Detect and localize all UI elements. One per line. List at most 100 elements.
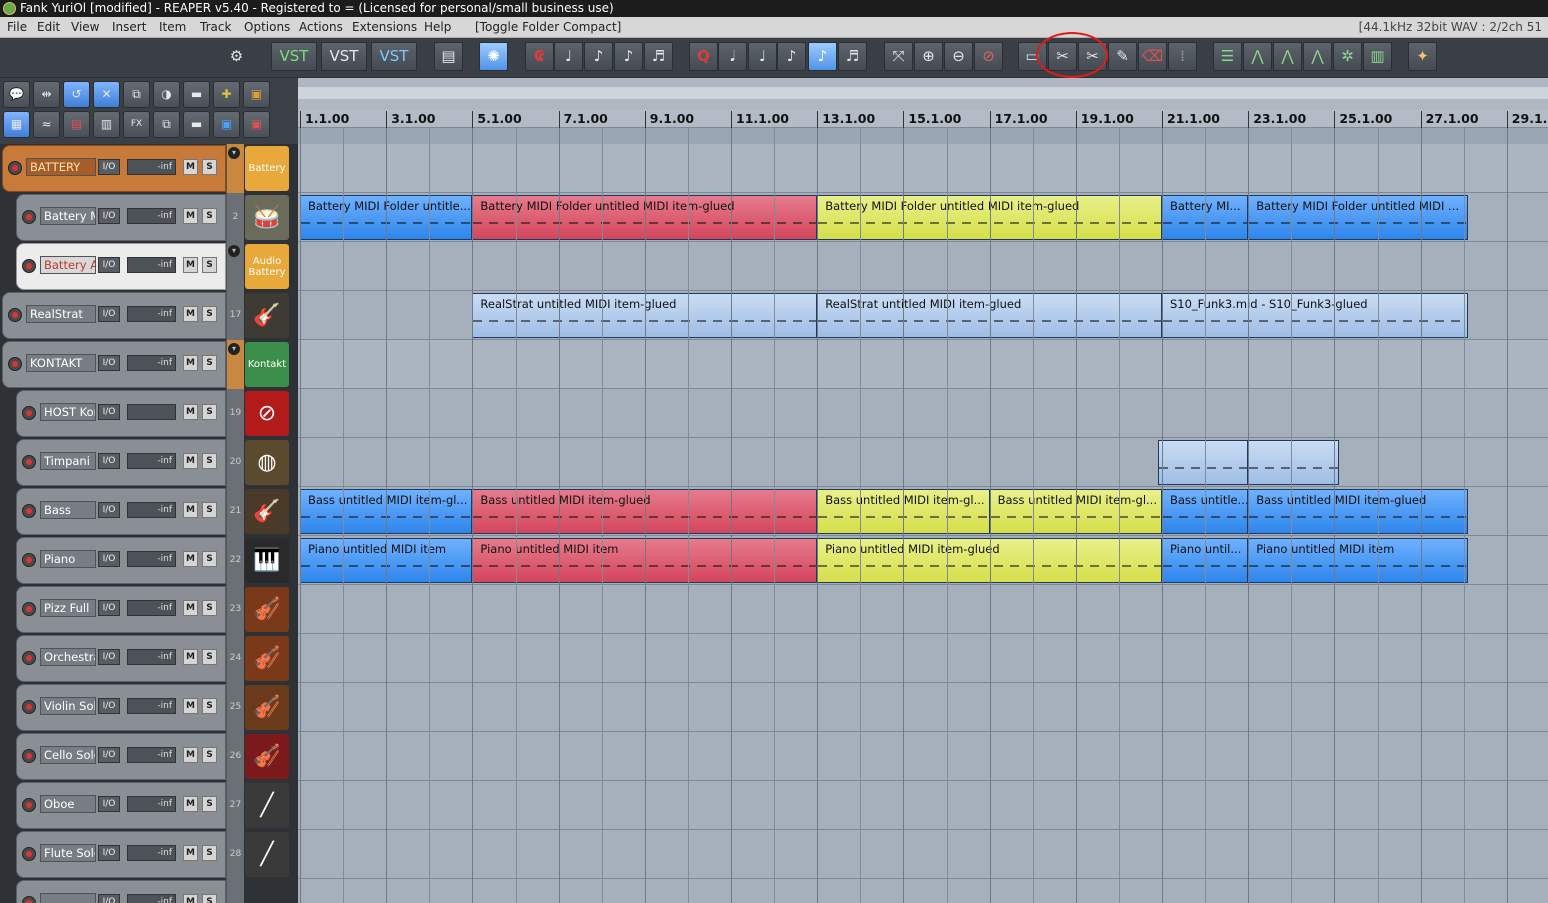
- io-button[interactable]: I/O: [98, 404, 120, 420]
- solo-button[interactable]: S: [202, 600, 217, 616]
- track-row[interactable]: Timpani I/O -inf M S 20 ◍: [0, 438, 298, 487]
- menu-edit[interactable]: Edit: [37, 20, 60, 34]
- track-row[interactable]: I/O -inf M S: [0, 879, 298, 903]
- io-button[interactable]: I/O: [98, 502, 120, 518]
- track-icon[interactable]: 🎸: [245, 293, 289, 338]
- io-button[interactable]: I/O: [98, 453, 120, 469]
- track-icon[interactable]: 🎻: [245, 734, 289, 779]
- track-name[interactable]: [40, 893, 96, 903]
- track-name[interactable]: Cello Solo: [40, 746, 96, 764]
- track-name[interactable]: RealStrat: [26, 305, 96, 323]
- track-row[interactable]: BATTERY I/O -inf M S ▾ Battery: [0, 144, 298, 193]
- menu-toggle-folder-compact[interactable]: [Toggle Folder Compact]: [475, 20, 621, 34]
- copy-icon[interactable]: ⧉: [153, 111, 180, 138]
- record-arm-button[interactable]: [22, 700, 36, 714]
- insert-track-icon[interactable]: ✚: [213, 81, 240, 108]
- volume-fader[interactable]: -inf: [127, 894, 176, 903]
- solo-button[interactable]: S: [202, 698, 217, 714]
- io-button[interactable]: I/O: [98, 845, 120, 861]
- track-row[interactable]: Battery MIII/O -inf MS2🥁: [0, 193, 298, 242]
- track-template-icon[interactable]: ▣: [213, 111, 240, 138]
- zoom-in-icon[interactable]: ⊕: [914, 42, 943, 71]
- track-lane[interactable]: [298, 830, 1548, 879]
- volume-fader[interactable]: -inf: [127, 649, 176, 665]
- track-name[interactable]: KONTAKT: [26, 354, 96, 372]
- solo-button[interactable]: S: [202, 649, 217, 665]
- folder-toggle-icon[interactable]: ▾: [228, 245, 240, 257]
- solo-button[interactable]: S: [202, 159, 217, 175]
- keyboard-icon[interactable]: ▥: [93, 111, 120, 138]
- mute-button[interactable]: M: [183, 747, 198, 763]
- track-name[interactable]: BATTERY: [26, 158, 96, 176]
- track-lane[interactable]: [298, 732, 1548, 781]
- volume-fader[interactable]: -inf: [127, 747, 176, 763]
- menu-item[interactable]: Item: [159, 20, 186, 34]
- track-row[interactable]: KONTAKT I/O -inf M S ▾ Kontakt: [0, 340, 298, 389]
- volume-fader[interactable]: -inf: [127, 208, 176, 224]
- track-lane[interactable]: [298, 340, 1548, 389]
- menu-file[interactable]: File: [7, 20, 27, 34]
- io-button[interactable]: I/O: [98, 306, 120, 322]
- mute-button[interactable]: M: [183, 502, 198, 518]
- meter-icon[interactable]: ▥: [1363, 42, 1392, 71]
- folder-toggle-icon[interactable]: ▾: [228, 147, 240, 159]
- note-grid-icon[interactable]: ♩: [748, 42, 777, 71]
- eraser-icon[interactable]: ⌫: [1138, 42, 1167, 71]
- volume-fader[interactable]: -inf: [127, 355, 176, 371]
- track-icon[interactable]: 🎻: [245, 685, 289, 730]
- delete-track-icon[interactable]: ▣: [243, 111, 270, 138]
- trim-icon[interactable]: ⇹: [33, 81, 60, 108]
- mute-button[interactable]: M: [183, 551, 198, 567]
- track-icon[interactable]: ◍: [245, 440, 289, 485]
- solo-button[interactable]: S: [202, 257, 217, 273]
- track-lane[interactable]: [298, 389, 1548, 438]
- record-arm-button[interactable]: [22, 406, 36, 420]
- track-row[interactable]: HOST Kon I/O M S 19 ⊘: [0, 389, 298, 438]
- track-row[interactable]: Pizz Full I/O -inf M S 23 🎻: [0, 585, 298, 634]
- record-arm-button[interactable]: [22, 896, 36, 903]
- midi-item[interactable]: Battery MIDI Folder untitled MIDI ...: [1248, 195, 1468, 240]
- volume-fader[interactable]: -inf: [127, 600, 176, 616]
- track-name[interactable]: Oboe: [40, 795, 96, 813]
- note-grid-icon[interactable]: ♪: [777, 42, 806, 71]
- track-icon[interactable]: 🥁: [245, 195, 289, 240]
- mute-button[interactable]: M: [183, 894, 198, 903]
- record-arm-button[interactable]: [22, 798, 36, 812]
- track-row[interactable]: Bass I/O -inf M S 21 🎸: [0, 487, 298, 536]
- track-icon[interactable]: ╱: [245, 783, 289, 828]
- solo-button[interactable]: S: [202, 404, 217, 420]
- vst-button-3[interactable]: VST: [371, 42, 417, 71]
- mute-button[interactable]: M: [183, 208, 198, 224]
- midi-item[interactable]: Bass untitled MIDI item-glued: [1248, 489, 1468, 534]
- menu-help[interactable]: Help: [424, 20, 451, 34]
- track-lane[interactable]: [298, 585, 1548, 634]
- record-arm-button[interactable]: [22, 847, 36, 861]
- io-button[interactable]: I/O: [98, 747, 120, 763]
- track-name[interactable]: Flute Solo: [40, 844, 96, 862]
- mute-button[interactable]: M: [183, 698, 198, 714]
- mute-button[interactable]: M: [183, 404, 198, 420]
- solo-button[interactable]: S: [202, 894, 217, 903]
- solo-button[interactable]: S: [202, 355, 217, 371]
- ripple-icon[interactable]: ◑: [153, 81, 180, 108]
- zoom-out-icon[interactable]: ⊖: [944, 42, 973, 71]
- mute-button[interactable]: M: [183, 159, 198, 175]
- track-row[interactable]: Piano I/O -inf M S 22 🎹: [0, 536, 298, 585]
- track-icon[interactable]: ╱: [245, 832, 289, 877]
- record-arm-button[interactable]: [8, 308, 22, 322]
- io-button[interactable]: I/O: [98, 159, 120, 175]
- track-row[interactable]: Flute Solo I/O -inf M S 28 ╱: [0, 830, 298, 879]
- mute-button[interactable]: M: [183, 796, 198, 812]
- solo-button[interactable]: S: [202, 453, 217, 469]
- volume-fader[interactable]: -inf: [127, 796, 176, 812]
- io-button[interactable]: I/O: [98, 208, 120, 224]
- record-arm-button[interactable]: [22, 602, 36, 616]
- track-add-icon[interactable]: ▣: [243, 81, 270, 108]
- note-grid-icon[interactable]: ♬: [838, 42, 867, 71]
- menu-view[interactable]: View: [71, 20, 99, 34]
- midi-item[interactable]: Piano untitled MIDI item: [1248, 538, 1468, 583]
- track-icon[interactable]: 🎻: [245, 636, 289, 681]
- track-row[interactable]: Violin SoloI/O -inf MS 25🎻: [0, 683, 298, 732]
- track-lane[interactable]: [298, 781, 1548, 830]
- record-arm-button[interactable]: [22, 553, 36, 567]
